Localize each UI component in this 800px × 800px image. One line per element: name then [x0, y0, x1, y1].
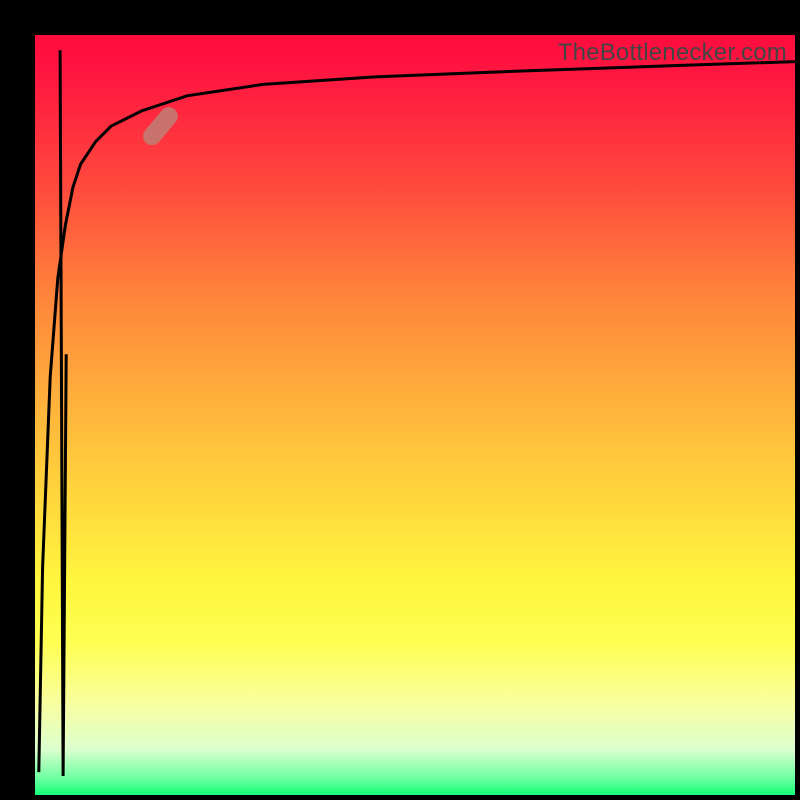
bottleneck-curve: [39, 62, 795, 773]
spike-path: [60, 50, 66, 776]
chart-frame: TheBottlenecker.com: [0, 0, 800, 800]
curve-layer: [35, 35, 795, 795]
plot-area: TheBottlenecker.com: [35, 35, 795, 795]
